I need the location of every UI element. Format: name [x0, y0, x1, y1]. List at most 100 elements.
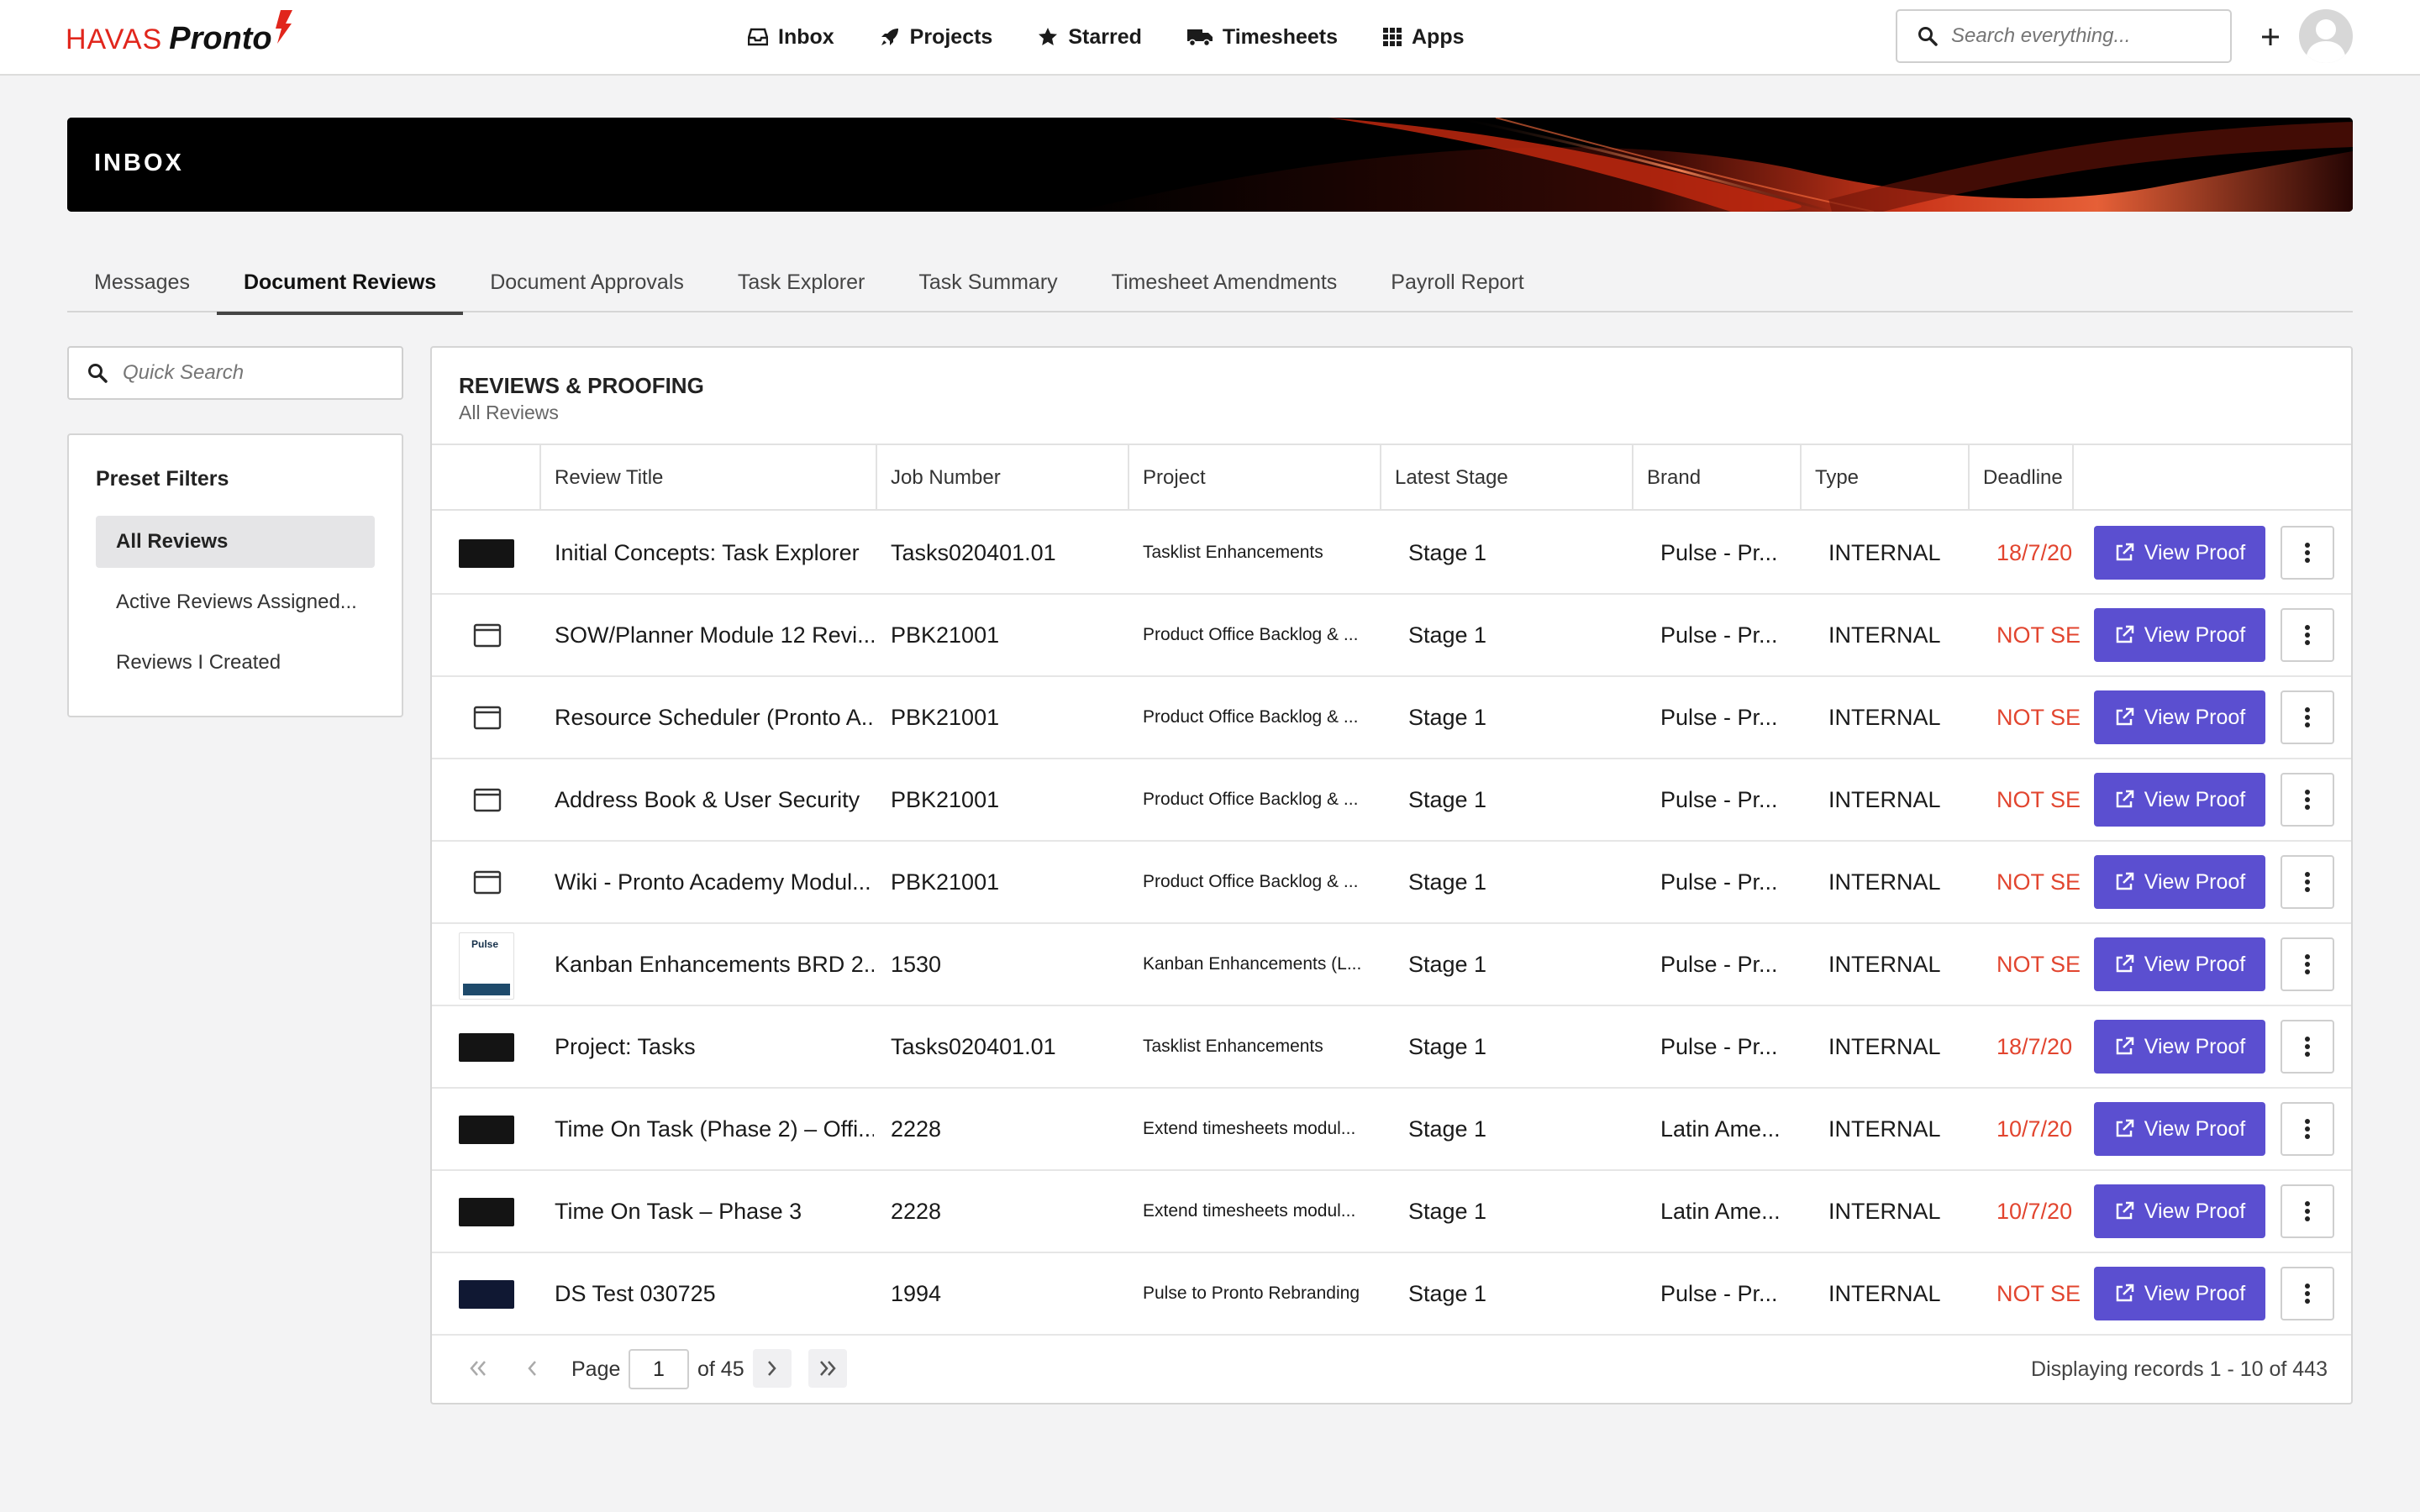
brand: Pulse - Pr...	[1660, 622, 1778, 648]
deadline: NOT SE	[1996, 951, 2081, 977]
vertical-ellipsis-icon	[2305, 543, 2310, 563]
view-proof-button[interactable]: View Proof	[2094, 690, 2265, 744]
project-name: Pulse to Pronto Rebranding	[1143, 1284, 1360, 1303]
last-page-button[interactable]	[808, 1349, 847, 1388]
table-row[interactable]: Wiki - Pronto Academy Modul... PBK21001 Pr…	[432, 842, 2351, 924]
table-row[interactable]: Time On Task (Phase 2) – Offi... 2228 Exte…	[432, 1089, 2351, 1171]
review-title[interactable]: Address Book & User Security	[555, 759, 874, 840]
review-type: INTERNAL	[1828, 869, 1941, 895]
preset-reviews-i-created[interactable]: Reviews I Created	[96, 637, 375, 689]
table-row[interactable]: SOW/Planner Module 12 Revi... PBK21001 Pro…	[432, 595, 2351, 677]
vertical-ellipsis-icon	[2305, 1119, 2310, 1139]
nav-apps[interactable]: Apps	[1383, 25, 1465, 50]
reviews-panel: REVIEWS & PROOFING All Reviews Review Ti…	[430, 346, 2353, 1404]
preset-all-reviews[interactable]: All Reviews	[96, 516, 375, 568]
latest-stage: Stage 1	[1408, 869, 1487, 895]
view-proof-button[interactable]: View Proof	[2094, 937, 2265, 991]
create-button[interactable]	[2252, 18, 2289, 55]
column-deadline[interactable]: Deadline	[1968, 445, 2072, 511]
view-proof-button[interactable]: View Proof	[2094, 773, 2265, 827]
row-menu-button[interactable]	[2281, 937, 2334, 991]
row-menu-button[interactable]	[2281, 1184, 2334, 1238]
tab-messages[interactable]: Messages	[67, 252, 217, 312]
latest-stage: Stage 1	[1408, 704, 1487, 730]
row-menu-button[interactable]	[2281, 1102, 2334, 1156]
nav-starred[interactable]: Starred	[1038, 25, 1142, 50]
deadline: NOT SE	[1996, 704, 2081, 730]
global-search[interactable]	[1896, 9, 2232, 63]
table-row[interactable]: Pulse Kanban Enhancements BRD 2... 1530 Kan…	[432, 924, 2351, 1006]
column-brand[interactable]: Brand	[1632, 445, 1800, 511]
table-row[interactable]: Time On Task – Phase 3 2228 Extend timeshe…	[432, 1171, 2351, 1253]
view-proof-button[interactable]: View Proof	[2094, 1184, 2265, 1238]
tab-document-reviews[interactable]: Document Reviews	[216, 252, 464, 315]
review-title[interactable]: Wiki - Pronto Academy Modul...	[555, 842, 874, 922]
nav-apps-label: Apps	[1412, 24, 1465, 49]
table-row[interactable]: Initial Concepts: Task Explorer Tasks0204…	[432, 512, 2351, 595]
view-proof-button[interactable]: View Proof	[2094, 1102, 2265, 1156]
vertical-ellipsis-icon	[2305, 1201, 2310, 1221]
column-project[interactable]: Project	[1128, 445, 1380, 511]
review-title[interactable]: Resource Scheduler (Pronto A...	[555, 677, 874, 758]
next-page-button[interactable]	[753, 1349, 792, 1388]
proof-thumbnail	[459, 1280, 514, 1309]
view-proof-button[interactable]: View Proof	[2094, 855, 2265, 909]
vertical-ellipsis-icon	[2305, 872, 2310, 892]
row-menu-button[interactable]	[2281, 1020, 2334, 1074]
previous-page-button[interactable]	[513, 1349, 551, 1388]
review-title[interactable]: Time On Task – Phase 3	[555, 1171, 874, 1252]
brand: Pulse - Pr...	[1660, 539, 1778, 565]
column-type[interactable]: Type	[1800, 445, 1968, 511]
havas-pronto-logo[interactable]: HAVAS Pronto	[66, 10, 292, 57]
quick-search-input[interactable]	[123, 361, 392, 385]
view-proof-button[interactable]: View Proof	[2094, 608, 2265, 662]
view-proof-button[interactable]: View Proof	[2094, 1020, 2265, 1074]
row-menu-button[interactable]	[2281, 773, 2334, 827]
panel-subtitle: All Reviews	[459, 402, 559, 423]
review-type: INTERNAL	[1828, 622, 1941, 648]
column-job-number[interactable]: Job Number	[876, 445, 1128, 511]
tab-document-approvals[interactable]: Document Approvals	[463, 252, 711, 312]
row-menu-button[interactable]	[2281, 1267, 2334, 1320]
nav-inbox[interactable]: Inbox	[748, 25, 834, 50]
brand: Pulse - Pr...	[1660, 786, 1778, 812]
star-icon	[1039, 28, 1058, 45]
column-latest-stage[interactable]: Latest Stage	[1380, 445, 1632, 511]
preset-filters-panel: Preset Filters All Reviews Active Review…	[67, 433, 403, 717]
nav-projects[interactable]: Projects	[880, 25, 992, 50]
page-number-input[interactable]	[629, 1349, 689, 1389]
row-menu-button[interactable]	[2281, 608, 2334, 662]
deadline: 18/7/20	[1996, 1033, 2073, 1059]
user-avatar[interactable]	[2299, 9, 2353, 63]
review-title[interactable]: Project: Tasks	[555, 1006, 874, 1087]
quick-search[interactable]	[67, 346, 403, 400]
row-menu-button[interactable]	[2281, 855, 2334, 909]
view-proof-button[interactable]: View Proof	[2094, 526, 2265, 580]
row-menu-button[interactable]	[2281, 690, 2334, 744]
project-name: Extend timesheets modul...	[1143, 1201, 1356, 1221]
double-chevron-left-icon	[470, 1361, 486, 1376]
table-row[interactable]: Project: Tasks Tasks020401.01 Tasklist Enh…	[432, 1006, 2351, 1089]
nav-timesheets[interactable]: Timesheets	[1186, 25, 1338, 50]
view-proof-button[interactable]: View Proof	[2094, 1267, 2265, 1320]
review-title[interactable]: Initial Concepts: Task Explorer	[555, 512, 874, 593]
review-title[interactable]: SOW/Planner Module 12 Revi...	[555, 595, 874, 675]
review-title[interactable]: Time On Task (Phase 2) – Offi...	[555, 1089, 874, 1169]
tab-payroll-report[interactable]: Payroll Report	[1364, 252, 1550, 312]
records-count: Displaying records 1 - 10 of 443	[2031, 1357, 2328, 1381]
preset-active-reviews-assigned[interactable]: Active Reviews Assigned...	[96, 576, 375, 628]
column-review-title[interactable]: Review Title	[539, 445, 876, 511]
inbox-tabs: Messages Document Reviews Document Appro…	[67, 252, 2353, 315]
row-menu-button[interactable]	[2281, 526, 2334, 580]
table-row[interactable]: DS Test 030725 1994 Pulse to Pronto Rebran…	[432, 1253, 2351, 1336]
tab-timesheet-amendments[interactable]: Timesheet Amendments	[1085, 252, 1365, 312]
first-page-button[interactable]	[459, 1349, 497, 1388]
tab-task-explorer[interactable]: Task Explorer	[711, 252, 892, 312]
latest-stage: Stage 1	[1408, 786, 1487, 812]
tab-task-summary[interactable]: Task Summary	[892, 252, 1084, 312]
review-title[interactable]: DS Test 030725	[555, 1253, 874, 1334]
global-search-input[interactable]	[1951, 24, 2220, 48]
table-row[interactable]: Resource Scheduler (Pronto A... PBK21001 P…	[432, 677, 2351, 759]
table-row[interactable]: Address Book & User Security PBK21001 Prod…	[432, 759, 2351, 842]
review-title[interactable]: Kanban Enhancements BRD 2...	[555, 924, 874, 1005]
